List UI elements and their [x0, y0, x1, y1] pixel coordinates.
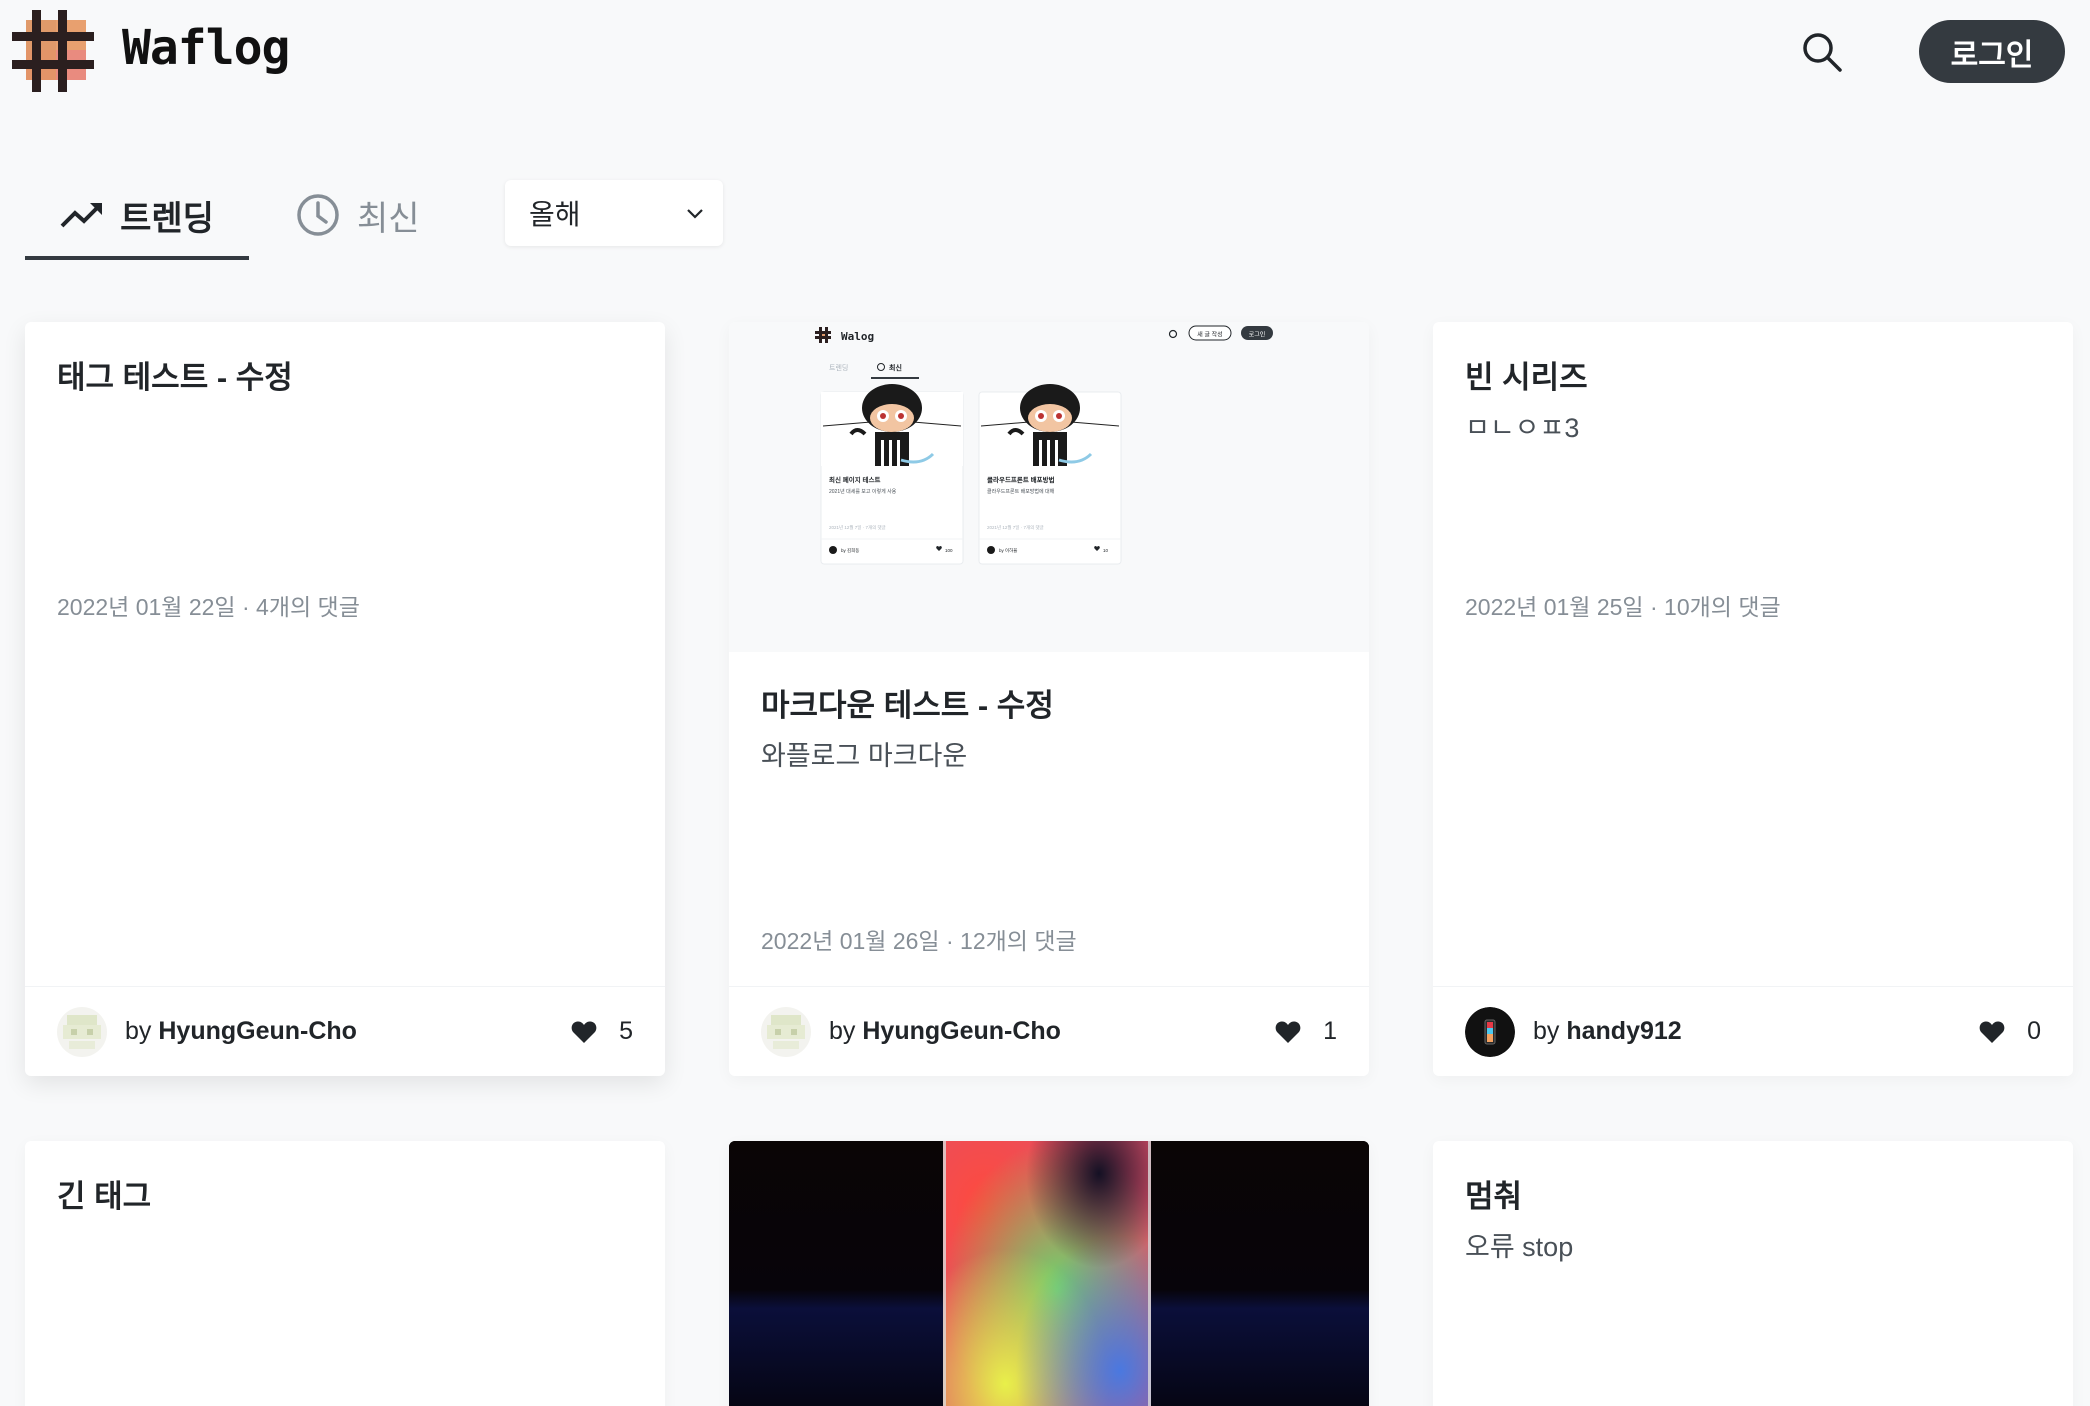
- likes: 5: [571, 1017, 633, 1046]
- author-line: by HyungGeun-Cho: [829, 1017, 1061, 1046]
- thumb-card1-desc: 2021년 대세를 보고 이렇게 사용: [829, 488, 897, 495]
- likes: 1: [1275, 1017, 1337, 1046]
- clock-icon: [297, 194, 339, 236]
- post-title[interactable]: 빈 시리즈: [1465, 358, 2041, 398]
- search-icon[interactable]: [1798, 28, 1846, 76]
- tab-recent-label: 최신: [357, 199, 420, 238]
- thumb-login-button: 로그인: [1249, 332, 1266, 339]
- avatar[interactable]: [57, 1006, 107, 1057]
- author-line: by HyungGeun-Cho: [125, 1017, 357, 1046]
- post-title[interactable]: 마크다운 테스트 - 수정: [761, 686, 1337, 726]
- post-thumbnail: Walog 새 글 작성 로그인 트렌딩 최신 최신 페이지 테스트 2021년…: [729, 322, 1369, 652]
- post-title[interactable]: 긴 태그: [57, 1177, 633, 1217]
- likes-count: 1: [1323, 1017, 1337, 1045]
- thumb-card1-likes: 100: [945, 548, 953, 553]
- thumb-logo: Walog: [841, 330, 874, 343]
- thumb-write-button: 새 글 작성: [1197, 331, 1222, 339]
- likes-count: 5: [619, 1017, 633, 1045]
- feed-tabs: 트렌딩 최신 올해: [25, 170, 725, 260]
- post-card[interactable]: 빈 시리즈 ㅁㄴㅇㅍ3 2022년 01월 25일 · 10개의 댓글 by h…: [1433, 322, 2073, 1076]
- tab-recent[interactable]: 최신: [295, 170, 420, 260]
- card-body: 멈춰 오류 stop: [1433, 1141, 2073, 1267]
- post-description: 오류 stop: [1465, 1232, 1574, 1263]
- period-select-value: 올해: [529, 199, 581, 230]
- thumb-card2-title: 클라우드프론트 배포방법: [987, 475, 1055, 484]
- header: Waflog 로그인: [0, 0, 2090, 105]
- thumb-tab-recent: 최신: [889, 363, 902, 372]
- thumbnail-image: [729, 1141, 1369, 1406]
- likes: 0: [1979, 1017, 2041, 1046]
- chevron-down-icon: [687, 209, 703, 219]
- heart-icon: [571, 1020, 597, 1043]
- post-description: 와플로그 마크다운: [761, 741, 968, 772]
- by-label: by: [829, 1017, 856, 1045]
- thumb-card2-author: by 이하율: [999, 547, 1017, 554]
- thumb-card2-desc: 클라우드프론트 배포방법에 대해: [987, 488, 1055, 495]
- trending-icon: [60, 203, 103, 228]
- logo-text[interactable]: Waflog: [122, 20, 290, 76]
- active-tab-underline: [25, 256, 249, 260]
- thumbnail-screenshot: Walog 새 글 작성 로그인 트렌딩 최신 최신 페이지 테스트 2021년…: [729, 322, 1369, 652]
- period-select[interactable]: 올해: [505, 180, 723, 246]
- author-line: by handy912: [1533, 1017, 1682, 1046]
- avatar[interactable]: [1465, 1006, 1515, 1057]
- by-label: by: [125, 1017, 152, 1045]
- waffle-logo-icon[interactable]: [12, 10, 94, 92]
- card-body: 마크다운 테스트 - 수정 와플로그 마크다운: [729, 652, 1369, 776]
- card-footer: by HyungGeun-Cho 1: [729, 986, 1369, 1076]
- post-meta: 2022년 01월 25일 · 10개의 댓글: [1465, 594, 1781, 620]
- avatar[interactable]: [761, 1006, 811, 1057]
- thumb-card1-author: by 김희동: [841, 547, 859, 554]
- thumb-card1-date: 2021년 12월 7일 · 7개의 댓글: [829, 524, 886, 531]
- post-description: ㅁㄴㅇㅍ3: [1465, 413, 1580, 444]
- post-card[interactable]: [729, 1141, 1369, 1406]
- card-body: 긴 태그: [25, 1141, 665, 1217]
- post-title[interactable]: 태그 테스트 - 수정: [57, 358, 633, 398]
- post-card[interactable]: 긴 태그: [25, 1141, 665, 1406]
- thumb-card2-date: 2021년 12월 7일 · 7개의 댓글: [987, 524, 1044, 531]
- tab-trending[interactable]: 트렌딩: [25, 170, 249, 260]
- card-body: 태그 테스트 - 수정: [25, 322, 665, 398]
- card-footer: by handy912 0: [1433, 986, 2073, 1076]
- post-thumbnail: [729, 1141, 1369, 1406]
- likes-count: 0: [2027, 1017, 2041, 1045]
- tab-trending-label: 트렌딩: [120, 199, 214, 238]
- thumb-tab-trending: 트렌딩: [829, 363, 848, 372]
- heart-icon: [1979, 1020, 2005, 1043]
- author-name[interactable]: handy912: [1566, 1017, 1681, 1045]
- author-name[interactable]: HyungGeun-Cho: [158, 1017, 357, 1045]
- heart-icon: [1275, 1020, 1301, 1043]
- post-card[interactable]: 태그 테스트 - 수정 2022년 01월 22일 · 4개의 댓글 by Hy…: [25, 322, 665, 1076]
- post-meta: 2022년 01월 22일 · 4개의 댓글: [57, 594, 360, 620]
- thumb-card2-likes: 10: [1103, 548, 1109, 553]
- post-card[interactable]: Walog 새 글 작성 로그인 트렌딩 최신 최신 페이지 테스트 2021년…: [729, 322, 1369, 1076]
- login-button[interactable]: 로그인: [1919, 20, 2065, 83]
- author-name[interactable]: HyungGeun-Cho: [862, 1017, 1061, 1045]
- card-footer: by HyungGeun-Cho 5: [25, 986, 665, 1076]
- card-body: 빈 시리즈 ㅁㄴㅇㅍ3: [1433, 322, 2073, 448]
- post-meta: 2022년 01월 26일 · 12개의 댓글: [761, 928, 1077, 954]
- post-title[interactable]: 멈춰: [1465, 1177, 2041, 1217]
- by-label: by: [1533, 1017, 1560, 1045]
- post-card[interactable]: 멈춰 오류 stop: [1433, 1141, 2073, 1406]
- thumb-card1-title: 최신 페이지 테스트: [829, 475, 880, 484]
